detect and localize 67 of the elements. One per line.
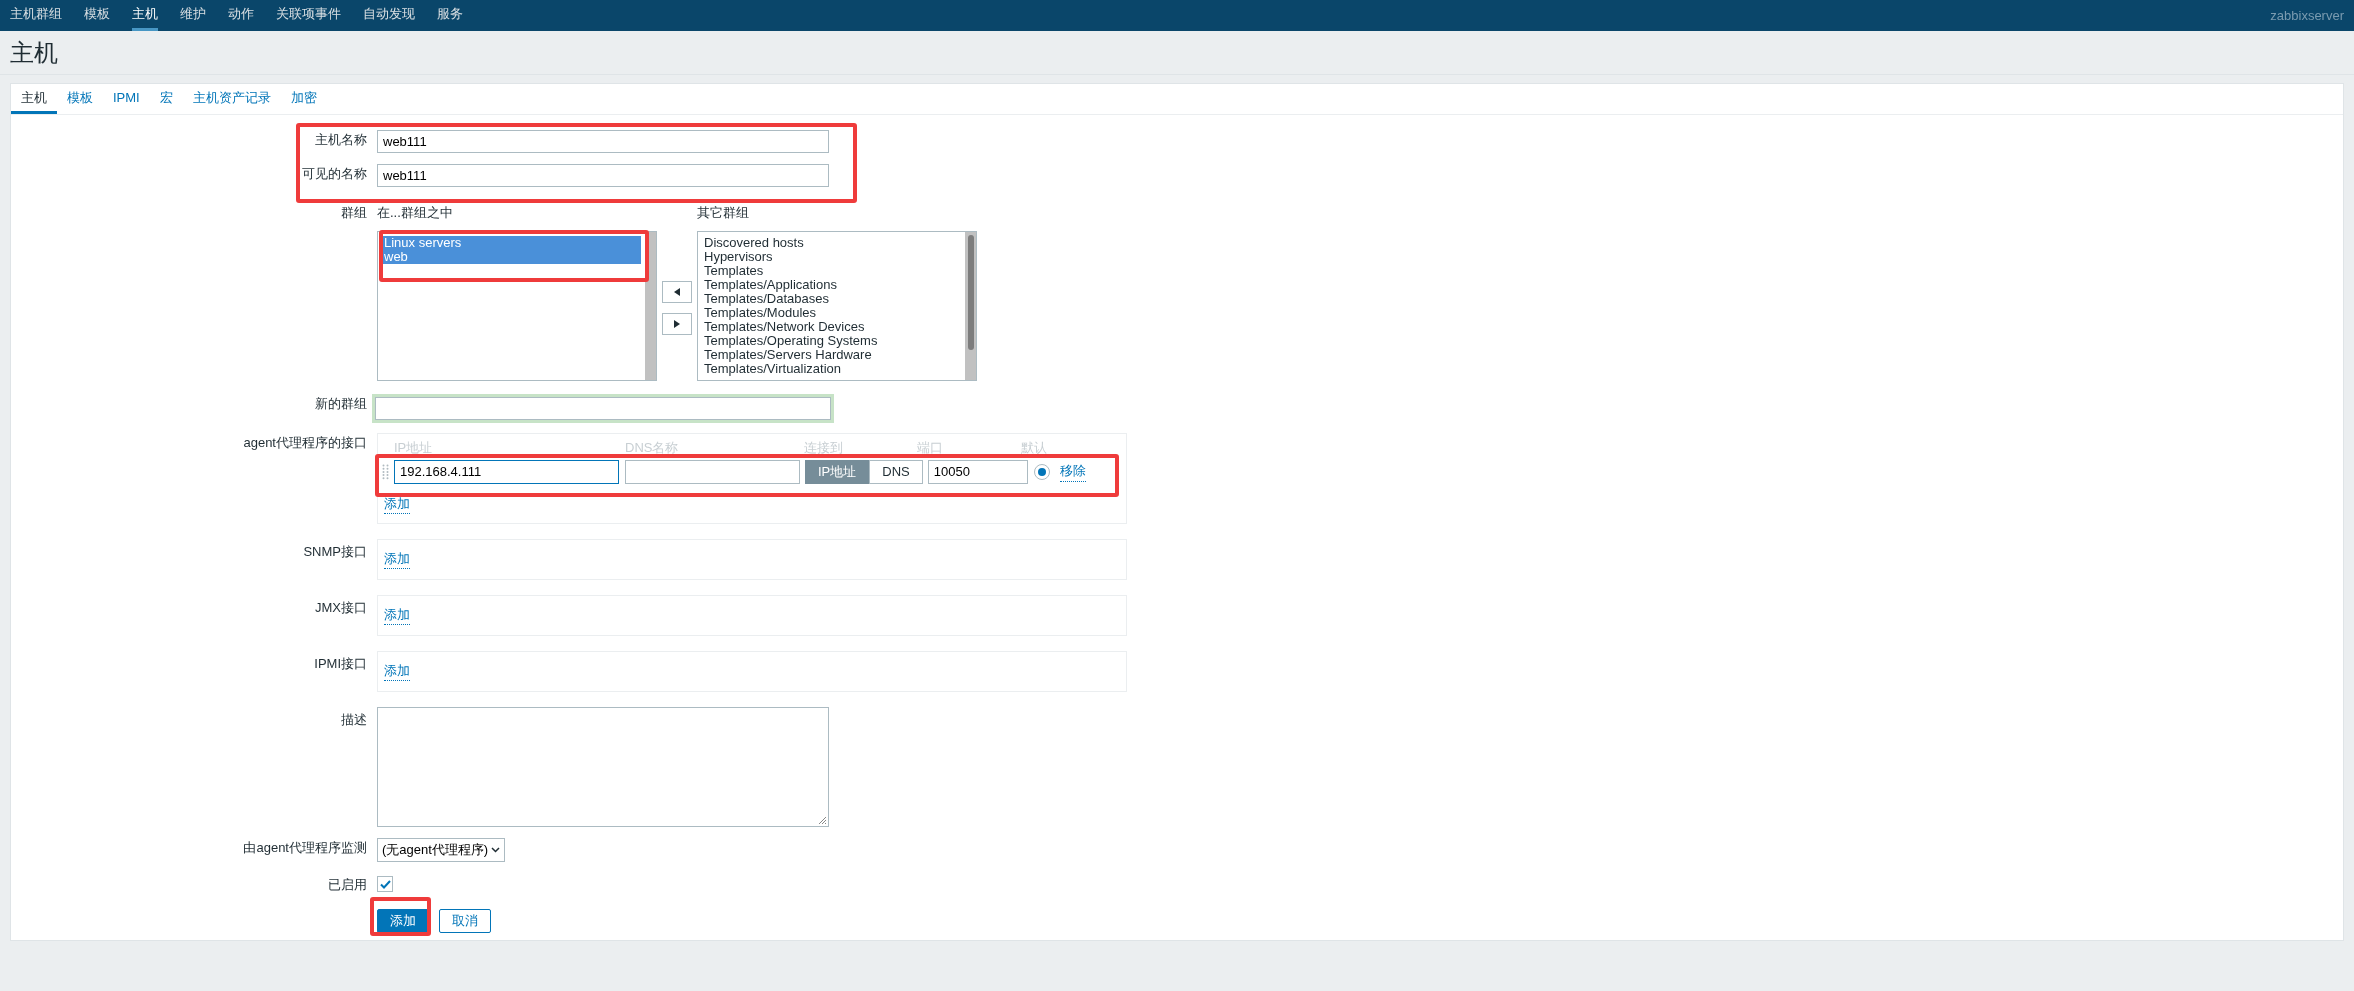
list-option[interactable]: Discovered hosts (704, 235, 961, 250)
add-link[interactable]: 添加 (384, 604, 410, 626)
ip-address-field[interactable]: 192.168.4.111 (394, 459, 619, 484)
form-button[interactable]: 添加 (377, 909, 429, 933)
tab[interactable]: 加密 (280, 84, 327, 114)
port-field[interactable]: 10050 (927, 459, 1028, 484)
description-field[interactable] (377, 706, 829, 827)
new-group-field[interactable] (372, 393, 834, 423)
proxy-select[interactable]: (无agent代理程序) (377, 837, 505, 862)
nav-item[interactable]: 主机 (132, 0, 158, 31)
scrollbar[interactable] (645, 231, 656, 380)
triangle-left-icon (674, 287, 680, 296)
field-label: 由agent代理程序监测 (243, 838, 367, 857)
list-option[interactable]: Templates/Virtualization (704, 361, 961, 376)
triangle-right-icon (674, 319, 680, 328)
list-option[interactable]: Templates/Operating Systems (704, 333, 961, 348)
column-title: 在...群组之中 (377, 204, 454, 222)
list-option[interactable]: Templates/Servers Hardware (704, 347, 961, 362)
other-groups-list[interactable] (697, 230, 977, 381)
page-title: 主机 (10, 37, 58, 68)
tab[interactable]: IPMI (103, 84, 150, 114)
tab[interactable]: 主机 (11, 84, 57, 114)
field-label: SNMP接口 (303, 542, 367, 561)
add-link[interactable]: 添加 (384, 660, 410, 682)
field-label: 可见的名称 (302, 165, 367, 183)
field-label: 群组 (341, 204, 367, 222)
nav-item[interactable]: 自动发现 (363, 0, 415, 31)
scrollbar-thumb[interactable] (967, 234, 974, 350)
column-title: 其它群组 (697, 204, 749, 222)
field-label: JMX接口 (315, 598, 367, 617)
nav-item[interactable]: 动作 (228, 0, 254, 31)
form-button[interactable]: 取消 (439, 909, 491, 933)
list-option[interactable]: Templates/Applications (704, 277, 961, 292)
field-label: IPMI接口 (314, 654, 367, 673)
field-label: agent代理程序的接口 (243, 433, 367, 452)
enabled-checkbox[interactable] (377, 876, 393, 893)
field-label: 已启用 (328, 875, 367, 894)
add-link[interactable]: 添加 (384, 548, 410, 570)
resize-grip-icon (818, 815, 827, 825)
list-option[interactable]: Templates (704, 263, 961, 278)
nav-item[interactable]: 维护 (180, 0, 206, 31)
move-left-button[interactable] (662, 280, 692, 303)
server-name: zabbixserver (2270, 6, 2344, 25)
host-name-field[interactable]: web111 (377, 130, 829, 153)
list-option[interactable]: Templates/Network Devices (704, 319, 961, 334)
tab[interactable]: 主机资产记录 (182, 84, 281, 114)
list-option[interactable]: Templates/Databases (704, 291, 961, 306)
nav-item[interactable]: 主机群组 (10, 0, 62, 31)
move-right-button[interactable] (662, 312, 692, 335)
add-link[interactable]: 添加 (384, 493, 410, 514)
chevron-down-icon (491, 846, 500, 853)
annotation-frame (370, 897, 431, 936)
field-label: 描述 (341, 710, 367, 729)
list-option[interactable]: Hypervisors (704, 249, 961, 264)
tab[interactable]: 宏 (149, 84, 183, 114)
field-label: 主机名称 (315, 131, 367, 149)
connect-option[interactable]: DNS (869, 459, 923, 484)
dns-name-field[interactable] (625, 459, 800, 484)
tab[interactable]: 模板 (57, 84, 103, 114)
nav-item[interactable]: 关联项事件 (276, 0, 341, 31)
visible-name-field[interactable]: web111 (377, 164, 829, 187)
field-label: 新的群组 (315, 394, 367, 413)
nav-item[interactable]: 模板 (84, 0, 110, 31)
list-option[interactable]: Templates/Modules (704, 305, 961, 320)
remove-link[interactable]: 移除 (1059, 461, 1086, 482)
drag-handle-icon[interactable] (382, 463, 389, 480)
nav-item[interactable]: 服务 (437, 0, 463, 31)
